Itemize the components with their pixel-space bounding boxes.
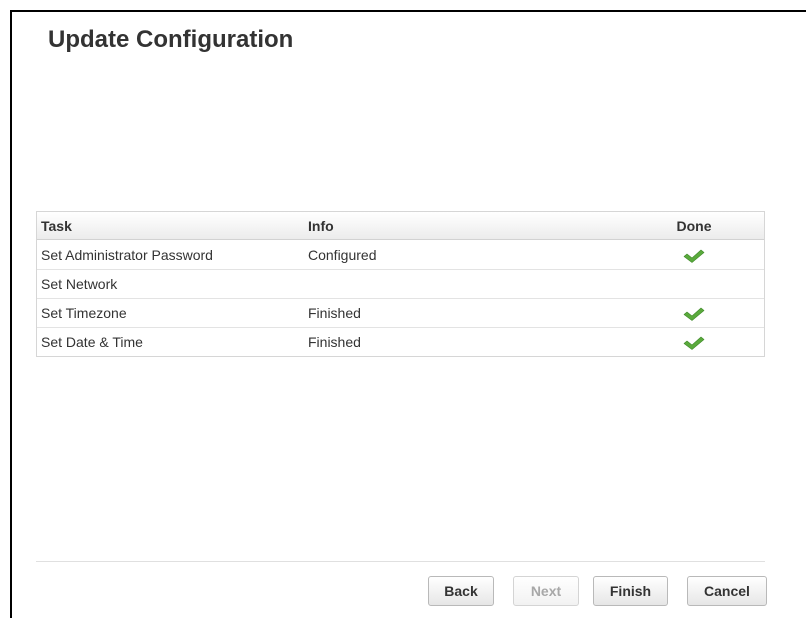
cancel-button[interactable]: Cancel <box>687 576 767 606</box>
table-row: Set Timezone Finished <box>37 298 764 327</box>
table-row: Set Administrator Password Configured <box>37 240 764 269</box>
task-cell: Set Network <box>41 276 118 292</box>
task-cell: Set Administrator Password <box>41 246 213 263</box>
done-cell <box>628 305 764 321</box>
check-icon <box>683 249 705 263</box>
next-button[interactable]: Next <box>513 576 579 606</box>
page-title: Update Configuration <box>48 26 294 53</box>
check-icon <box>683 336 705 350</box>
task-cell: Set Timezone <box>41 305 127 321</box>
column-header-task: Task <box>41 217 72 234</box>
done-cell <box>628 334 764 350</box>
column-header-done: Done <box>676 217 712 234</box>
table-header: Task Info Done <box>37 212 764 240</box>
info-cell: Finished <box>308 305 361 321</box>
info-cell: Finished <box>308 334 361 350</box>
column-header-info: Info <box>308 217 334 234</box>
finish-button[interactable]: Finish <box>593 576 668 606</box>
table-row: Set Date & Time Finished <box>37 327 764 356</box>
task-cell: Set Date & Time <box>41 334 143 350</box>
back-button[interactable]: Back <box>428 576 494 606</box>
done-cell <box>628 246 764 263</box>
check-icon <box>683 307 705 321</box>
task-table: Task Info Done Set Administrator Passwor… <box>36 211 765 357</box>
footer-divider <box>36 561 765 562</box>
info-cell: Configured <box>308 246 377 263</box>
table-row: Set Network <box>37 269 764 298</box>
